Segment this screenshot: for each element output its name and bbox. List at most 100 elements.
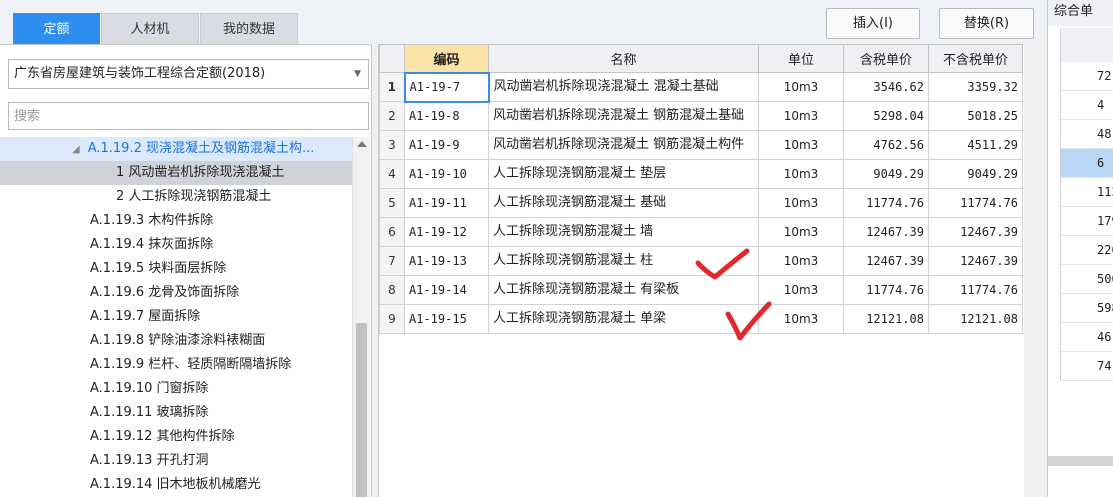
- code-cell[interactable]: A1-19-10: [404, 159, 489, 189]
- name-cell[interactable]: 人工拆除现浇钢筋混凝土 垫层: [488, 159, 759, 189]
- tab-labor-material-machine[interactable]: 人材机: [101, 13, 199, 44]
- notax-price-column-header[interactable]: 不含税单价: [928, 44, 1023, 73]
- tree-node[interactable]: A.1.19.3 木构件拆除: [0, 209, 352, 233]
- row-number-cell[interactable]: 5: [379, 188, 405, 218]
- tree-node[interactable]: A.1.19.4 抹灰面拆除: [0, 233, 352, 257]
- tree-node[interactable]: A.1.19.8 铲除油漆涂料裱糊面: [0, 329, 352, 353]
- tree-node[interactable]: A.1.19.7 屋面拆除: [0, 305, 352, 329]
- code-cell[interactable]: A1-19-11: [404, 188, 489, 218]
- unit-column-header[interactable]: 单位: [758, 44, 844, 73]
- table-row[interactable]: 5 A1-19-11 人工拆除现浇钢筋混凝土 基础 10m3 11774.76 11774…: [379, 188, 1023, 218]
- table-row[interactable]: 2 A1-19-8 风动凿岩机拆除现浇混凝土 钢筋混凝土基础 10m3 5298.04 5…: [379, 101, 1023, 131]
- notax-price-cell[interactable]: 12467.39: [928, 217, 1023, 247]
- unit-cell[interactable]: 10m3: [758, 188, 844, 218]
- scroll-up-icon[interactable]: [357, 141, 367, 147]
- tree-scrollbar[interactable]: [352, 137, 370, 497]
- code-cell[interactable]: A1-19-9: [404, 130, 489, 160]
- code-cell[interactable]: A1-19-8: [404, 101, 489, 131]
- table-row[interactable]: 1 A1-19-7 风动凿岩机拆除现浇混凝土 混凝土基础 10m3 3546.62 335…: [379, 71, 1023, 103]
- unit-cell[interactable]: 10m3: [758, 72, 844, 102]
- notax-price-cell[interactable]: 3359.32: [928, 72, 1023, 102]
- tax-price-cell[interactable]: 11774.76: [843, 275, 929, 305]
- search-input[interactable]: [8, 102, 369, 130]
- composite-price-cell[interactable]: 4: [1061, 91, 1113, 120]
- tax-price-cell[interactable]: 12467.39: [843, 246, 929, 276]
- row-number-cell[interactable]: 1: [379, 72, 405, 102]
- tree-node[interactable]: A.1.19.12 其他构件拆除: [0, 425, 352, 449]
- tree-node-child[interactable]: 2 人工拆除现浇钢筋混凝土: [0, 185, 352, 209]
- row-number-cell[interactable]: 4: [379, 159, 405, 189]
- row-number-cell[interactable]: 7: [379, 246, 405, 276]
- tab-quota[interactable]: 定额: [13, 13, 100, 44]
- unit-cell[interactable]: 10m3: [758, 159, 844, 189]
- composite-price-cell[interactable]: 179: [1061, 207, 1113, 236]
- tree-node[interactable]: A.1.19.6 龙骨及饰面拆除: [0, 281, 352, 305]
- unit-cell[interactable]: 10m3: [758, 217, 844, 247]
- composite-price-cell[interactable]: 113: [1061, 178, 1113, 207]
- name-column-header[interactable]: 名称: [488, 44, 759, 73]
- tree-node[interactable]: A.1.19.13 开孔打洞: [0, 449, 352, 473]
- unit-cell[interactable]: 10m3: [758, 246, 844, 276]
- replace-button[interactable]: 替换(R): [939, 8, 1034, 39]
- tax-price-cell[interactable]: 12121.08: [843, 304, 929, 334]
- table-row[interactable]: 6 A1-19-12 人工拆除现浇钢筋混凝土 墙 10m3 12467.39 12467.…: [379, 217, 1023, 247]
- tax-price-column-header[interactable]: 含税单价: [843, 44, 929, 73]
- tree-node-child[interactable]: 1 风动凿岩机拆除现浇混凝土: [0, 161, 352, 185]
- name-cell[interactable]: 人工拆除现浇钢筋混凝土 墙: [488, 217, 759, 247]
- notax-price-cell[interactable]: 5018.25: [928, 101, 1023, 131]
- composite-price-cell[interactable]: 74: [1061, 352, 1113, 381]
- tax-price-cell[interactable]: 4762.56: [843, 130, 929, 160]
- tax-price-cell[interactable]: 5298.04: [843, 101, 929, 131]
- composite-price-cell[interactable]: 598: [1061, 294, 1113, 323]
- tax-price-cell[interactable]: 3546.62: [843, 72, 929, 102]
- unit-cell[interactable]: 10m3: [758, 101, 844, 131]
- tree-node[interactable]: A.1.19.10 门窗拆除: [0, 377, 352, 401]
- notax-price-cell[interactable]: 9049.29: [928, 159, 1023, 189]
- code-cell[interactable]: A1-19-12: [404, 217, 489, 247]
- composite-price-cell[interactable]: 48: [1061, 120, 1113, 149]
- unit-cell[interactable]: 10m3: [758, 130, 844, 160]
- composite-price-cell[interactable]: 46: [1061, 323, 1113, 352]
- table-row[interactable]: 9 A1-19-15 人工拆除现浇钢筋混凝土 单梁 10m3 12121.08 12121…: [379, 304, 1023, 334]
- tree-node[interactable]: A.1.19.14 旧木地板机械磨光: [0, 473, 352, 497]
- notax-price-cell[interactable]: 11774.76: [928, 188, 1023, 218]
- code-cell[interactable]: A1-19-14: [404, 275, 489, 305]
- row-number-cell[interactable]: 2: [379, 101, 405, 131]
- tax-price-cell[interactable]: 12467.39: [843, 217, 929, 247]
- row-number-cell[interactable]: 6: [379, 217, 405, 247]
- tree-node[interactable]: A.1.19.11 玻璃拆除: [0, 401, 352, 425]
- name-cell[interactable]: 人工拆除现浇钢筋混凝土 基础: [488, 188, 759, 218]
- tax-price-cell[interactable]: 11774.76: [843, 188, 929, 218]
- table-row[interactable]: 3 A1-19-9 风动凿岩机拆除现浇混凝土 钢筋混凝土构件 10m3 4762.56 4…: [379, 130, 1023, 160]
- notax-price-cell[interactable]: 12467.39: [928, 246, 1023, 276]
- composite-price-cell[interactable]: 6: [1061, 149, 1113, 178]
- scrollbar-thumb[interactable]: [356, 323, 367, 497]
- row-number-cell[interactable]: 8: [379, 275, 405, 305]
- collapse-caret-icon[interactable]: ◢: [72, 144, 80, 155]
- name-cell[interactable]: 人工拆除现浇钢筋混凝土 单梁: [488, 304, 759, 334]
- horizontal-scrollbar[interactable]: [1048, 456, 1113, 466]
- name-cell[interactable]: 风动凿岩机拆除现浇混凝土 混凝土基础: [488, 72, 759, 102]
- notax-price-cell[interactable]: 4511.29: [928, 130, 1023, 160]
- composite-price-cell[interactable]: 72: [1061, 62, 1113, 91]
- tree-node[interactable]: A.1.19.5 块料面层拆除: [0, 257, 352, 281]
- tab-my-data[interactable]: 我的数据: [200, 13, 298, 44]
- composite-price-cell[interactable]: 506: [1061, 265, 1113, 294]
- code-cell[interactable]: A1-19-7: [403, 71, 490, 103]
- tax-price-cell[interactable]: 9049.29: [843, 159, 929, 189]
- name-cell[interactable]: 风动凿岩机拆除现浇混凝土 钢筋混凝土构件: [488, 130, 759, 160]
- row-number-cell[interactable]: 9: [379, 304, 405, 334]
- name-cell[interactable]: 风动凿岩机拆除现浇混凝土 钢筋混凝土基础: [488, 101, 759, 131]
- tree-node-parent[interactable]: ◢ A.1.19.2 现浇混凝土及钢筋混凝土构...: [0, 137, 352, 161]
- code-cell[interactable]: A1-19-15: [404, 304, 489, 334]
- library-select[interactable]: 广东省房屋建筑与装饰工程综合定额(2018) ▼: [8, 59, 369, 89]
- insert-button[interactable]: 插入(I): [826, 8, 920, 39]
- code-cell[interactable]: A1-19-13: [404, 246, 489, 276]
- composite-price-cell[interactable]: 226: [1061, 236, 1113, 265]
- row-number-cell[interactable]: 3: [379, 130, 405, 160]
- table-row[interactable]: 4 A1-19-10 人工拆除现浇钢筋混凝土 垫层 10m3 9049.29 9049.2…: [379, 159, 1023, 189]
- code-column-header[interactable]: 编码: [404, 44, 489, 73]
- notax-price-cell[interactable]: 11774.76: [928, 275, 1023, 305]
- notax-price-cell[interactable]: 12121.08: [928, 304, 1023, 334]
- tree-node[interactable]: A.1.19.9 栏杆、轻质隔断隔墙拆除: [0, 353, 352, 377]
